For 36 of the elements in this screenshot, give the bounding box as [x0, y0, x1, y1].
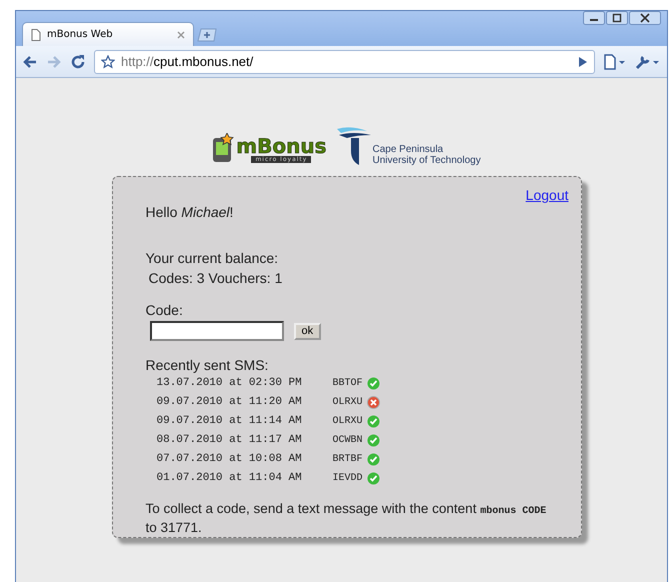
sms-date: 01.07.2010 at 11:04 AM [156, 472, 303, 484]
new-tab-icon[interactable] [196, 28, 218, 42]
sms-label: Recently sent SMS: [146, 357, 270, 373]
sms-date: 13.07.2010 at 02:30 PM [156, 377, 303, 389]
sms-code: BRTBF [332, 454, 363, 464]
sms-date: 07.07.2010 at 10:08 AM [156, 453, 303, 465]
sms-code: BBTOF [332, 378, 363, 388]
maximize-icon[interactable] [606, 11, 628, 25]
page-menu-icon[interactable] [603, 54, 627, 70]
sms-code: OCWBN [332, 434, 363, 446]
code-input-field[interactable] [150, 321, 284, 341]
address-bar[interactable]: http://cput.mbonus.net/ [94, 50, 595, 74]
back-icon[interactable] [22, 54, 38, 68]
reload-icon[interactable] [70, 54, 86, 70]
balance-label: Your current balance: [146, 250, 280, 266]
code-label: Code: [146, 302, 184, 318]
sms-code: IEVDD [332, 472, 363, 484]
greeting: Hello Michael! [146, 204, 234, 220]
sms-date: 09.07.2010 at 11:14 AM [156, 415, 303, 427]
ok-button[interactable]: ok [294, 322, 322, 340]
star-icon[interactable] [101, 54, 115, 68]
logout-link[interactable]: Logout [526, 187, 568, 203]
university-name: Cape Peninsula University of Technology [372, 144, 481, 166]
go-icon[interactable] [578, 56, 588, 68]
sms-date: 09.07.2010 at 11:20 AM [156, 396, 303, 408]
page-icon [31, 28, 41, 40]
wrench-icon[interactable] [635, 54, 661, 70]
sms-code: OLRXU [332, 396, 363, 408]
minimize-icon[interactable] [583, 11, 605, 25]
instruction-text: To collect a code, send a text message with the content mbonus CODE to 31771. [146, 501, 548, 536]
sms-date: 08.07.2010 at 11:17 AM [156, 434, 303, 446]
sms-code: OLRXU [332, 416, 363, 426]
close-window-icon[interactable] [629, 11, 661, 25]
wave-logo-icon [336, 126, 372, 166]
balance-text: Codes: 3 Vouchers: 1 [148, 270, 284, 286]
close-icon[interactable] [177, 30, 185, 38]
